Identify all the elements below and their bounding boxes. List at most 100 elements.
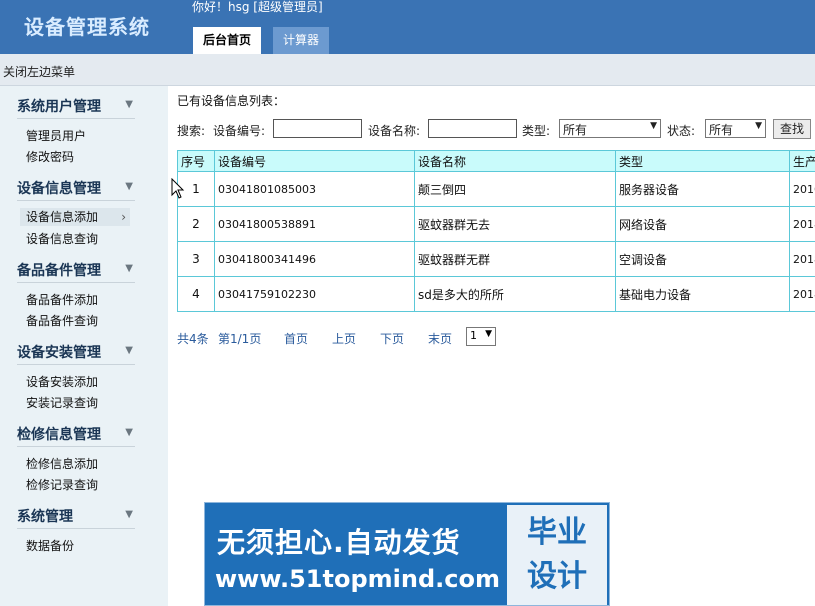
banner-slogan: 无须担心.自动发货 <box>217 526 461 559</box>
table-row[interactable]: 1 03041801085003 颠三倒四 服务器设备 2016 <box>177 171 815 207</box>
pagination: 共4条 第1/1页 首页 上页 下页 末页 1 ▼ <box>177 327 507 349</box>
list-title: 已有设备信息列表： <box>177 94 286 108</box>
cell-production: 2018 <box>789 206 815 242</box>
sidebar-item-change-password[interactable]: 修改密码 <box>20 148 130 166</box>
cell-type: 基础电力设备 <box>615 276 790 312</box>
triangle-down-icon: ▼ <box>125 427 133 438</box>
device-name-label: 设备名称: <box>368 124 421 138</box>
type-label: 类型: <box>522 124 551 138</box>
device-table: 序号 设备编号 设备名称 类型 生产 1 03041801085003 颠三倒四… <box>177 150 815 312</box>
tab-calculator[interactable]: 计算器 <box>273 27 330 54</box>
sidebar-group-device-info[interactable]: 设备信息管理 ▼ <box>17 178 135 201</box>
type-select-value: 所有 <box>563 123 588 137</box>
pager-next-link[interactable]: 下页 <box>380 330 404 347</box>
app-title: 设备管理系统 <box>24 15 150 39</box>
user-greeting: 你好！hsg [超级管理员] <box>192 0 323 14</box>
column-header-production: 生产 <box>789 150 815 172</box>
cell-name: sd是多大的所所 <box>414 276 616 312</box>
status-select-value: 所有 <box>709 123 734 137</box>
column-header-index: 序号 <box>177 150 215 172</box>
cell-code: 03041801085003 <box>214 171 415 207</box>
column-header-name: 设备名称 <box>414 150 616 172</box>
cell-production: 2018 <box>789 241 815 277</box>
pager-current-page: 第1/1页 <box>218 332 262 346</box>
table-row[interactable]: 3 03041800341496 驱蚊器群无群 空调设备 2018 <box>177 241 815 277</box>
type-select[interactable]: 所有 ▼ <box>559 119 661 138</box>
status-label: 状态: <box>667 124 696 138</box>
sidebar-item-spare-add[interactable]: 备品备件添加 <box>20 291 130 309</box>
sidebar-item-spare-query[interactable]: 备品备件查询 <box>20 312 130 330</box>
sidebar-group-maintenance[interactable]: 检修信息管理 ▼ <box>17 424 135 447</box>
search-button[interactable]: 查找 <box>773 119 811 139</box>
sidebar-group-installation[interactable]: 设备安装管理 ▼ <box>17 342 135 365</box>
cell-type: 空调设备 <box>615 241 790 277</box>
cell-code: 03041800341496 <box>214 241 415 277</box>
table-row[interactable]: 2 03041800538891 驱蚊器群无去 网络设备 2018 <box>177 206 815 242</box>
cell-index: 2 <box>177 206 215 242</box>
triangle-down-icon: ▼ <box>125 509 133 520</box>
mouse-pointer-icon <box>171 178 185 199</box>
table-row[interactable]: 4 03041759102230 sd是多大的所所 基础电力设备 2018 <box>177 276 815 312</box>
page-select[interactable]: 1 ▼ <box>466 327 496 346</box>
banner-site: www.51topmind.com <box>215 565 500 593</box>
cell-production: 2018 <box>789 276 815 312</box>
triangle-down-icon: ▼ <box>755 121 762 131</box>
pager-total: 共4条 <box>177 332 209 346</box>
top-header: 设备管理系统 你好！hsg [超级管理员] 后台首页 计算器 <box>0 0 815 54</box>
triangle-down-icon: ▼ <box>650 121 657 131</box>
cell-code: 03041759102230 <box>214 276 415 312</box>
triangle-down-icon: ▼ <box>485 329 492 339</box>
tab-home[interactable]: 后台首页 <box>193 27 262 54</box>
sidebar-group-label: 系统用户管理 <box>17 99 101 115</box>
watermark-banner: 无须担心.自动发货 www.51topmind.com 毕业 设计 <box>204 502 610 606</box>
sidebar-item-device-query[interactable]: 设备信息查询 <box>20 230 130 248</box>
cell-index: 4 <box>177 276 215 312</box>
table-header-row: 序号 设备编号 设备名称 类型 生产 <box>177 150 815 172</box>
cell-name: 驱蚊器群无去 <box>414 206 616 242</box>
cell-name: 驱蚊器群无群 <box>414 241 616 277</box>
triangle-down-icon: ▼ <box>125 181 133 192</box>
cell-name: 颠三倒四 <box>414 171 616 207</box>
search-label: 搜索: <box>177 124 206 138</box>
sidebar: 系统用户管理 ▼ 管理员用户 修改密码 设备信息管理 ▼ 设备信息添加 › 设备… <box>0 86 168 606</box>
sidebar-group-system[interactable]: 系统管理 ▼ <box>17 506 135 529</box>
sidebar-group-label: 设备安装管理 <box>17 345 101 361</box>
sidebar-item-admin-users[interactable]: 管理员用户 <box>20 127 130 145</box>
sidebar-group-label: 备品备件管理 <box>17 263 101 279</box>
status-select[interactable]: 所有 ▼ <box>705 119 766 138</box>
triangle-down-icon: ▼ <box>125 99 133 110</box>
sidebar-item-label: 设备信息添加 <box>26 210 99 224</box>
device-table-wrapper: 序号 设备编号 设备名称 类型 生产 1 03041801085003 颠三倒四… <box>177 150 815 312</box>
banner-badge-line1: 毕业 <box>527 515 587 550</box>
sidebar-group-system-users[interactable]: 系统用户管理 ▼ <box>17 96 135 119</box>
pager-first-link[interactable]: 首页 <box>284 330 308 347</box>
sidebar-item-install-query[interactable]: 安装记录查询 <box>20 394 130 412</box>
sidebar-item-maintenance-add[interactable]: 检修信息添加 <box>20 455 130 473</box>
banner-badge-line2: 设计 <box>527 559 587 594</box>
device-code-input[interactable] <box>273 119 362 138</box>
sidebar-group-spare-parts[interactable]: 备品备件管理 ▼ <box>17 260 135 283</box>
triangle-down-icon: ▼ <box>125 345 133 356</box>
cell-code: 03041800538891 <box>214 206 415 242</box>
sidebar-item-device-add[interactable]: 设备信息添加 › <box>20 208 130 226</box>
sidebar-group-label: 设备信息管理 <box>17 181 101 197</box>
sidebar-item-data-backup[interactable]: 数据备份 <box>20 537 130 555</box>
sidebar-item-install-add[interactable]: 设备安装添加 <box>20 373 130 391</box>
cell-production: 2016 <box>789 171 815 207</box>
sidebar-group-label: 系统管理 <box>17 509 73 525</box>
pager-last-link[interactable]: 末页 <box>428 330 452 347</box>
column-header-code: 设备编号 <box>214 150 415 172</box>
device-code-label: 设备编号: <box>213 124 266 138</box>
toolbar: 关闭左边菜单 <box>0 54 815 86</box>
pager-prev-link[interactable]: 上页 <box>332 330 356 347</box>
search-bar: 搜索: 设备编号: 设备名称: 类型: 所有 ▼ 状态: 所有 ▼ 查找 <box>177 119 815 141</box>
triangle-down-icon: ▼ <box>125 263 133 274</box>
banner-badge: 毕业 设计 <box>507 505 607 605</box>
column-header-type: 类型 <box>615 150 790 172</box>
sidebar-group-label: 检修信息管理 <box>17 427 101 443</box>
toggle-left-menu-link[interactable]: 关闭左边菜单 <box>3 63 75 80</box>
device-name-input[interactable] <box>428 119 517 138</box>
cell-index: 3 <box>177 241 215 277</box>
sidebar-item-maintenance-query[interactable]: 检修记录查询 <box>20 476 130 494</box>
cell-type: 网络设备 <box>615 206 790 242</box>
